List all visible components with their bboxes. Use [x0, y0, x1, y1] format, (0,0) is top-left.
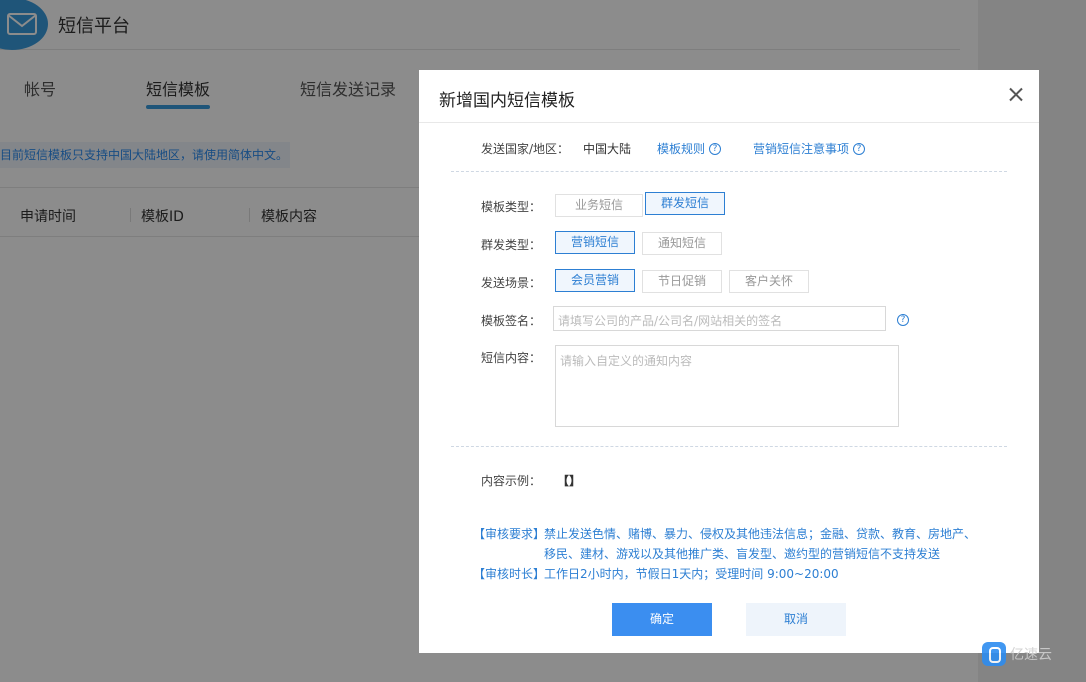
example-label: 内容示例：	[481, 474, 542, 488]
help-icon: ?	[709, 142, 722, 155]
country-label: 发送国家/地区：	[481, 142, 570, 156]
template-type-label: 模板类型：	[481, 200, 542, 214]
country-value: 中国大陆	[583, 142, 632, 156]
option-marketing-sms[interactable]: 营销短信	[555, 231, 635, 254]
close-icon[interactable]	[1005, 84, 1027, 106]
mass-type-label: 群发类型：	[481, 238, 542, 252]
divider	[451, 446, 1007, 447]
marketing-notes-link[interactable]: 营销短信注意事项 ?	[753, 140, 866, 157]
signature-help[interactable]: ?	[897, 314, 909, 326]
review-requirements-tag: 【审核要求】	[473, 527, 546, 541]
option-notification-sms[interactable]: 通知短信	[642, 232, 722, 255]
help-icon: ?	[897, 314, 909, 326]
divider	[451, 171, 1007, 172]
option-holiday-promotion[interactable]: 节日促销	[642, 270, 722, 293]
watermark-logo-icon	[982, 642, 1006, 666]
example-value: 【】	[557, 474, 582, 488]
review-requirements-line-1: 禁止发送色情、赌博、暴力、侵权及其他违法信息；金融、贷款、教育、房地产、	[544, 527, 977, 541]
option-member-marketing[interactable]: 会员营销	[555, 269, 635, 292]
review-duration-text: 工作日2小时内，节假日1天内；受理时间 9:00~20:00	[544, 567, 839, 581]
dialog-header: 新增国内短信模板	[419, 70, 1039, 123]
cancel-button[interactable]: 取消	[746, 603, 846, 636]
review-duration-tag: 【审核时长】	[473, 567, 546, 581]
help-icon: ?	[853, 142, 866, 155]
signature-input[interactable]: 请填写公司的产品/公司名/网站相关的签名	[553, 306, 886, 331]
add-template-dialog: 新增国内短信模板 发送国家/地区： 中国大陆 模板规则 ? 营销短信注意事项 ?…	[419, 70, 1039, 653]
option-business-sms[interactable]: 业务短信	[555, 194, 643, 217]
content-label: 短信内容：	[481, 351, 542, 365]
watermark-text: 亿速云	[1010, 647, 1052, 663]
template-rules-link[interactable]: 模板规则 ?	[657, 140, 722, 157]
marketing-notes-label: 营销短信注意事项	[753, 142, 850, 156]
dialog-title: 新增国内短信模板	[439, 91, 575, 111]
template-rules-label: 模板规则	[657, 142, 706, 156]
signature-label: 模板签名：	[481, 314, 542, 328]
content-textarea[interactable]: 请输入自定义的通知内容	[555, 345, 899, 427]
send-scene-label: 发送场景：	[481, 276, 542, 290]
confirm-button[interactable]: 确定	[612, 603, 712, 636]
option-mass-sms[interactable]: 群发短信	[645, 192, 725, 215]
review-requirements-line-2: 移民、建材、游戏以及其他推广类、盲发型、邀约型的营销短信不支持发送	[544, 547, 941, 561]
watermark: 亿速云	[982, 642, 1052, 666]
option-customer-care[interactable]: 客户关怀	[729, 270, 809, 293]
